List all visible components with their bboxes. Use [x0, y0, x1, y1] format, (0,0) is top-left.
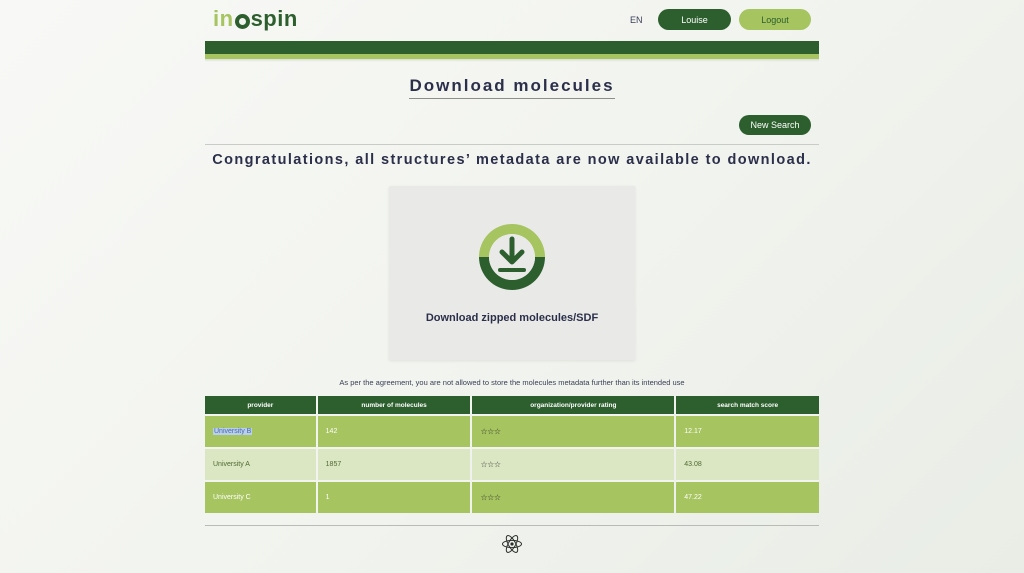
header-band-dark: [205, 41, 819, 54]
table-row[interactable]: University C 1 ☆☆☆ 47.22: [205, 480, 819, 513]
header: in spin EN Louise Logout: [205, 0, 819, 40]
cell-provider: University C: [205, 480, 316, 513]
table-header-row: provider number of molecules organizatio…: [205, 396, 819, 414]
logo-ring-icon: [234, 13, 250, 29]
column-header-provider[interactable]: provider: [205, 396, 316, 414]
congrats-message: Congratulations, all structures’ metadat…: [212, 152, 812, 168]
cell-count: 1857: [317, 447, 471, 480]
logo[interactable]: in spin: [213, 6, 298, 32]
table-row[interactable]: University B 142 ☆☆☆ 12.17: [205, 414, 819, 447]
rating-stars-icon[interactable]: ☆☆☆: [480, 460, 501, 469]
download-icon: [479, 224, 545, 290]
cell-score: 43.08: [676, 447, 819, 480]
cell-count: 142: [317, 414, 471, 447]
atom-icon: [502, 535, 522, 553]
cell-count: 1: [317, 480, 471, 513]
logo-part-in: in: [213, 6, 234, 31]
rating-stars-icon[interactable]: ☆☆☆: [480, 493, 501, 502]
divider: [205, 144, 819, 145]
column-header-score[interactable]: search match score: [676, 396, 819, 414]
page-container: in spin EN Louise Logout Download molecul…: [205, 0, 819, 553]
selected-text: University B: [213, 428, 253, 435]
page-title-text: Download molecules: [409, 76, 615, 99]
page-title: Download molecules: [205, 76, 819, 99]
header-band-shadow: [205, 59, 819, 62]
column-header-molecules[interactable]: number of molecules: [317, 396, 471, 414]
download-label: Download zipped molecules/SDF: [425, 312, 599, 324]
cell-rating: ☆☆☆: [472, 480, 675, 513]
table-row[interactable]: University A 1857 ☆☆☆ 43.08: [205, 447, 819, 480]
rating-stars-icon[interactable]: ☆☆☆: [480, 427, 501, 436]
logo-part-spin: spin: [250, 6, 298, 31]
cell-provider: University A: [205, 447, 316, 480]
new-search-button[interactable]: New Search: [739, 115, 811, 135]
user-button[interactable]: Louise: [658, 9, 731, 30]
language-selector[interactable]: EN: [630, 15, 643, 25]
agreement-notice: As per the agreement, you are not allowe…: [339, 378, 685, 387]
cell-rating: ☆☆☆: [472, 447, 675, 480]
cell-score: 12.17: [676, 414, 819, 447]
cell-provider: University B: [205, 414, 316, 447]
cell-score: 47.22: [676, 480, 819, 513]
results-table: provider number of molecules organizatio…: [203, 396, 821, 513]
column-header-rating[interactable]: organization/provider rating: [472, 396, 675, 414]
download-card[interactable]: Download zipped molecules/SDF: [389, 186, 635, 360]
logout-button[interactable]: Logout: [739, 9, 811, 30]
footer-divider: [205, 525, 819, 526]
cell-rating: ☆☆☆: [472, 414, 675, 447]
